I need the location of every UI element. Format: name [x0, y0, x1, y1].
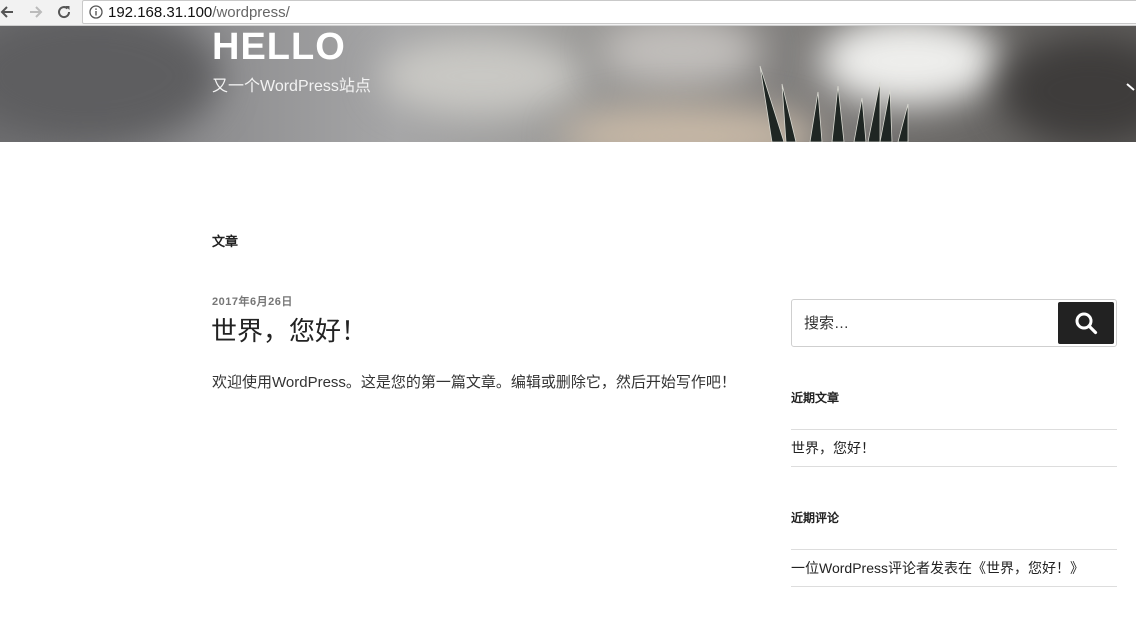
recent-comment-link[interactable]: 一位WordPress评论者发表在《世界，您好！》 — [791, 560, 1084, 576]
list-item: 一位WordPress评论者发表在《世界，您好！》 — [791, 550, 1117, 587]
info-icon[interactable] — [89, 5, 103, 19]
header-bg-shape — [1000, 36, 1136, 142]
back-button[interactable] — [0, 2, 18, 22]
post-excerpt: 欢迎使用WordPress。这是您的第一篇文章。编辑或删除它，然后开始写作吧！ — [212, 374, 736, 391]
recent-posts-list: 世界，您好！ — [791, 429, 1117, 467]
reload-icon — [58, 6, 71, 19]
arrow-right-icon — [30, 6, 43, 18]
post-date[interactable]: 2017年6月26日 — [212, 293, 293, 309]
forward-button[interactable] — [25, 2, 47, 22]
site-description: 又一个WordPress站点 — [212, 78, 371, 95]
scroll-down-icon[interactable] — [1126, 80, 1136, 94]
list-item: 世界，您好！ — [791, 430, 1117, 467]
reload-button[interactable] — [53, 2, 75, 22]
address-bar[interactable]: 192.168.31.100/wordpress/ — [82, 0, 1136, 24]
search-form — [791, 299, 1117, 347]
search-input[interactable] — [792, 300, 1052, 346]
post-title[interactable]: 世界，您好！ — [211, 313, 367, 349]
recent-post-link[interactable]: 世界，您好！ — [791, 440, 875, 456]
arrow-left-icon — [0, 6, 13, 18]
url-text[interactable]: 192.168.31.100/wordpress/ — [108, 4, 290, 21]
plant-image — [759, 65, 909, 142]
url-path: /wordpress/ — [212, 3, 290, 21]
search-icon — [1075, 312, 1098, 335]
search-button[interactable] — [1058, 302, 1114, 344]
url-host: 192.168.31.100 — [108, 3, 213, 21]
browser-toolbar: 192.168.31.100/wordpress/ — [0, 0, 1136, 26]
recent-comments-list: 一位WordPress评论者发表在《世界，您好！》 — [791, 549, 1117, 587]
recent-comments-title: 近期评论 — [791, 511, 840, 525]
site-title[interactable]: HELLO — [212, 26, 346, 68]
page-header: 文章 — [212, 234, 239, 249]
recent-posts-title: 近期文章 — [791, 391, 840, 405]
header-bg-shape — [600, 26, 760, 86]
header-bg-shape — [0, 26, 220, 142]
header-bg-shape — [380, 36, 580, 116]
site-header: HELLO 又一个WordPress站点 — [0, 26, 1136, 142]
